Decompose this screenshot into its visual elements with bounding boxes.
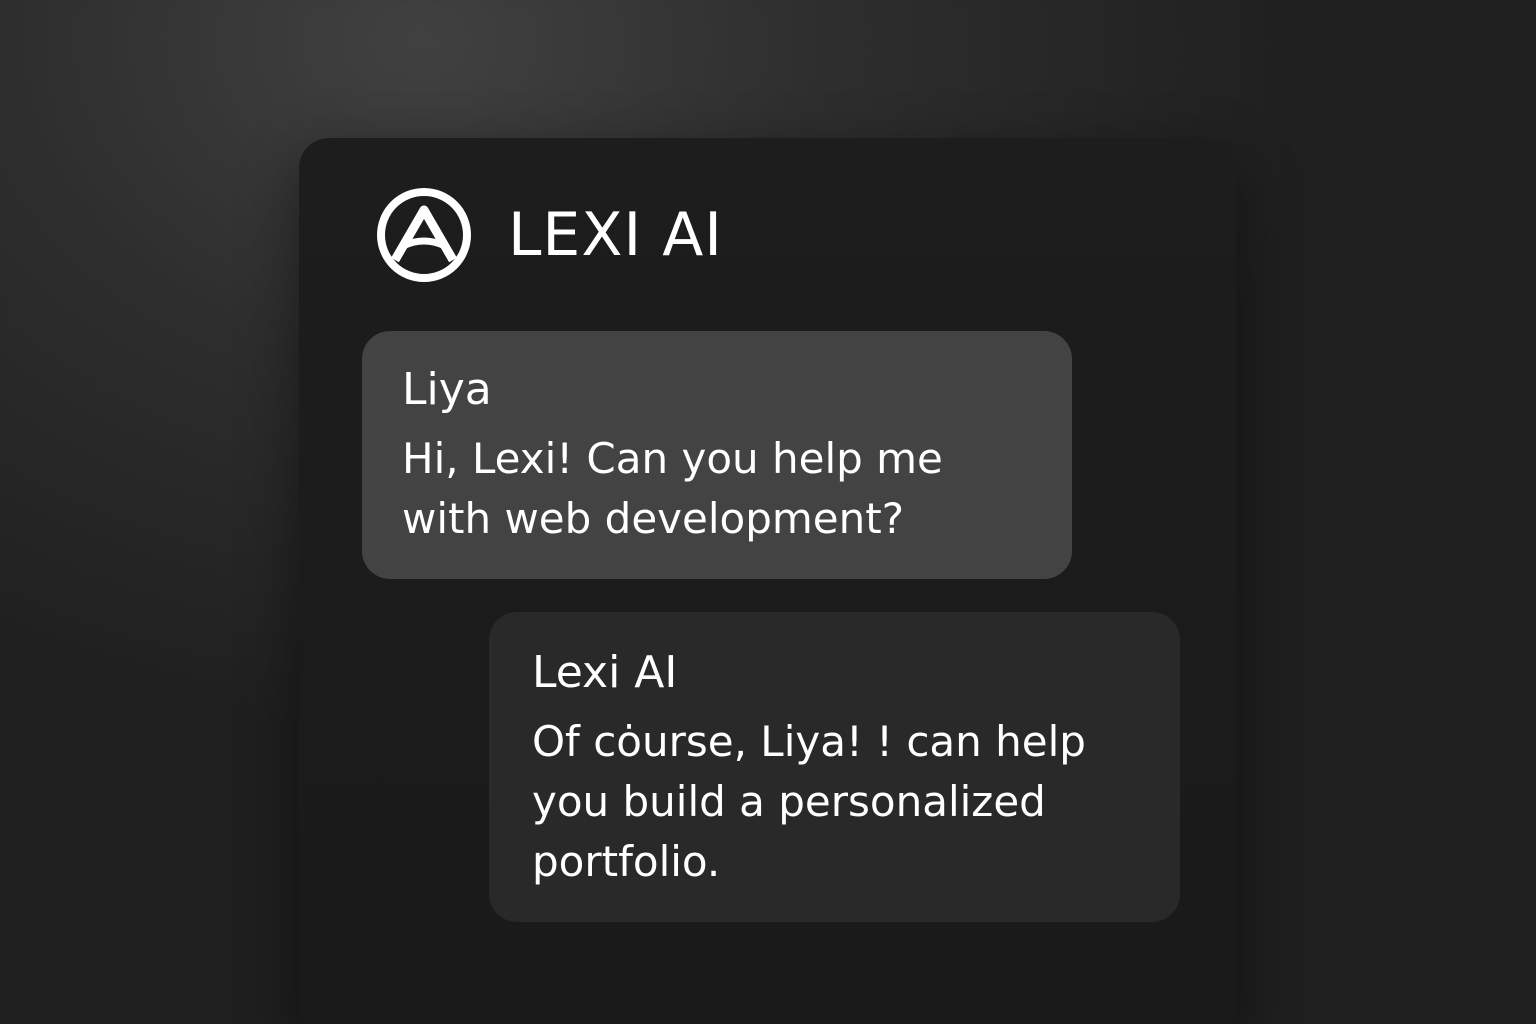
message-text: Hi, Lexi! Can you help me with web devel… [402, 434, 943, 543]
message-text: Of cȯurse, Liya! ! can help you build a … [532, 717, 1086, 886]
lexi-logo-icon [377, 188, 471, 282]
message-sender: Lexi AI [532, 647, 678, 698]
app-title: LEXI AI [508, 200, 723, 270]
message-sender: Liya [402, 364, 492, 415]
ai-message-bubble: Lexi AI Of cȯurse, Liya! ! can help you … [489, 612, 1180, 922]
chat-panel: LEXI AI Liya Hi, Lexi! Can you help me w… [299, 138, 1236, 1024]
app-header: LEXI AI [375, 186, 723, 284]
user-message-bubble: Liya Hi, Lexi! Can you help me with web … [362, 331, 1072, 579]
